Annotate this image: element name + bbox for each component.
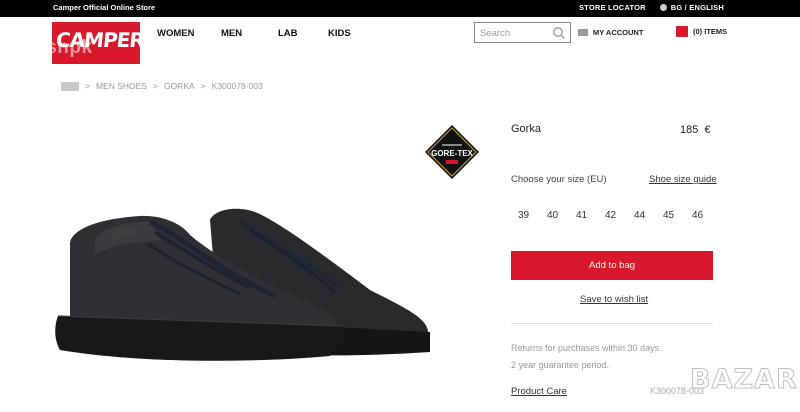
size-option-41[interactable]: 41 — [576, 210, 587, 221]
product-care-link[interactable]: Product Care — [511, 386, 567, 397]
size-option-44[interactable]: 44 — [634, 210, 645, 221]
returns-info: Returns for purchases within 30 days. 2 … — [511, 340, 662, 374]
header: CAMPER pushpk WOMEN MEN LAB KIDS MY ACCO… — [0, 17, 800, 64]
language-label: BG / ENGLISH — [670, 3, 724, 12]
search-box — [474, 22, 571, 43]
bag-icon — [676, 26, 688, 37]
nav-men[interactable]: MEN — [221, 28, 242, 39]
product-price: 185 € — [680, 124, 711, 136]
my-account-link[interactable]: MY ACCOUNT — [578, 28, 643, 37]
breadcrumb-separator: > — [200, 81, 206, 91]
home-icon[interactable] — [61, 81, 79, 91]
add-to-bag-button[interactable]: Add to bag — [511, 251, 713, 280]
save-to-wishlist-link[interactable]: Save to wish list — [580, 294, 648, 305]
guarantee-text: 2 year guarantee period. — [511, 360, 610, 370]
size-options: 39 40 41 42 44 45 46 — [511, 210, 713, 224]
promo-text: Camper Official Online Store — [53, 3, 156, 12]
breadcrumb-code: K300078-003 — [211, 81, 263, 91]
topbar-links: STORE LOCATOR BG / ENGLISH — [579, 3, 724, 12]
nav-women[interactable]: WOMEN — [157, 28, 194, 39]
size-guide-link[interactable]: Shoe size guide — [649, 174, 717, 185]
size-option-46[interactable]: 46 — [692, 210, 703, 221]
search-icon[interactable] — [552, 26, 566, 40]
size-label: Choose your size (EU) — [511, 174, 607, 185]
top-bar: Camper Official Online Store STORE LOCAT… — [0, 0, 800, 17]
bazar-watermark: BAZAR — [690, 364, 798, 396]
size-option-42[interactable]: 42 — [605, 210, 616, 221]
breadcrumb: > MEN SHOES > GORKA > K300078-003 — [61, 81, 263, 91]
store-locator-link[interactable]: STORE LOCATOR — [579, 3, 646, 12]
bag-link[interactable]: (0) ITEMS — [676, 26, 727, 37]
product-image[interactable] — [40, 170, 450, 380]
search-input[interactable] — [480, 26, 550, 40]
bag-label: (0) ITEMS — [693, 27, 728, 36]
goretex-label: GORE-TEX — [431, 149, 473, 158]
pushpk-watermark: pushpk — [22, 37, 93, 58]
nav-kids[interactable]: KIDS — [328, 28, 351, 39]
size-option-45[interactable]: 45 — [663, 210, 674, 221]
breadcrumb-separator: > — [85, 81, 90, 91]
nav-lab[interactable]: LAB — [278, 28, 298, 39]
language-selector[interactable]: BG / ENGLISH — [659, 3, 724, 12]
price-value: 185 — [680, 124, 699, 136]
size-option-40[interactable]: 40 — [547, 210, 558, 221]
goretex-badge: GORE-TEX — [425, 125, 479, 179]
returns-text: Returns for purchases within 30 days. — [511, 343, 662, 353]
globe-icon — [659, 4, 667, 11]
breadcrumb-men-shoes[interactable]: MEN SHOES — [96, 81, 147, 91]
breadcrumb-separator: > — [152, 81, 158, 91]
breadcrumb-gorka[interactable]: GORKA — [164, 81, 195, 91]
price-currency: € — [704, 124, 711, 136]
divider — [511, 323, 713, 324]
account-label: MY ACCOUNT — [593, 28, 644, 37]
account-icon — [578, 29, 588, 36]
product-name: Gorka — [511, 123, 541, 135]
size-option-39[interactable]: 39 — [518, 210, 529, 221]
